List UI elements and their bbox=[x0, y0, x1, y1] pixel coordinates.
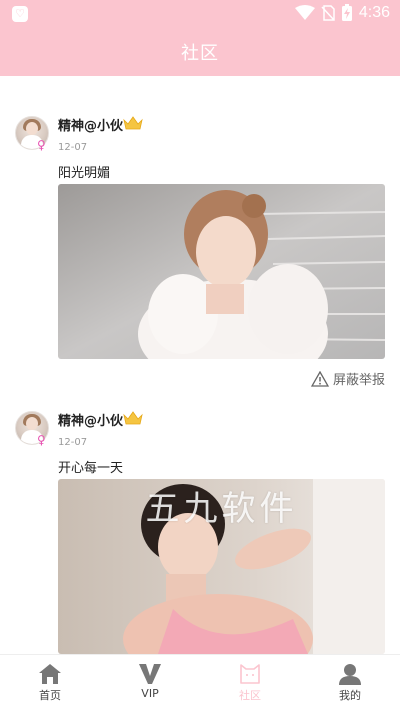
tab-label: 首页 bbox=[39, 689, 61, 702]
post-date: 12-07 bbox=[58, 142, 88, 153]
profile-icon bbox=[339, 664, 361, 685]
post-date: 12-07 bbox=[58, 437, 88, 448]
vip-crown-icon bbox=[123, 411, 143, 425]
username[interactable]: 精神@小伙 bbox=[58, 115, 123, 134]
post-image[interactable]: 五九软件 bbox=[58, 479, 385, 654]
community-icon bbox=[240, 664, 260, 684]
clock: 4:36 bbox=[358, 4, 390, 21]
app-header: 社区 bbox=[0, 28, 400, 76]
tab-community[interactable]: 社区 bbox=[200, 655, 300, 712]
username[interactable]: 精神@小伙 bbox=[58, 410, 123, 429]
no-sim-icon bbox=[321, 5, 335, 21]
wifi-icon bbox=[294, 5, 315, 20]
watermark-text: 五九软件 bbox=[145, 489, 298, 529]
tab-label: 社区 bbox=[239, 689, 261, 702]
tab-profile[interactable]: 我的 bbox=[300, 655, 400, 712]
post-text: 阳光明媚 bbox=[58, 166, 111, 181]
female-icon: ♀ bbox=[37, 138, 46, 152]
status-bar: ♡ 4:36 bbox=[0, 0, 400, 28]
tab-label: 我的 bbox=[339, 689, 361, 702]
post-text: 开心每一天 bbox=[58, 461, 124, 476]
tab-label: VIP bbox=[141, 687, 159, 700]
post-image[interactable] bbox=[58, 184, 385, 359]
tab-vip[interactable]: VIP bbox=[100, 655, 200, 712]
bottom-tab-bar: 首页 VIP 社区 我的 bbox=[0, 654, 400, 712]
page-title: 社区 bbox=[181, 43, 219, 64]
battery-charging-icon bbox=[341, 4, 352, 21]
tab-home[interactable]: 首页 bbox=[0, 655, 100, 712]
vip-icon bbox=[139, 664, 161, 684]
warning-icon bbox=[310, 370, 329, 387]
post-feed[interactable]: ♀ 精神@小伙 12-07 阳光明媚 屏蔽举报 ♀ 精神@小伙 12-07 开心… bbox=[0, 76, 400, 654]
home-icon bbox=[39, 664, 61, 684]
female-icon: ♀ bbox=[37, 433, 46, 447]
vip-crown-icon bbox=[123, 116, 143, 130]
block-report-label: 屏蔽举报 bbox=[332, 373, 385, 388]
block-report-button[interactable]: 屏蔽举报 bbox=[310, 369, 385, 388]
app-notification-icon: ♡ bbox=[12, 6, 28, 22]
